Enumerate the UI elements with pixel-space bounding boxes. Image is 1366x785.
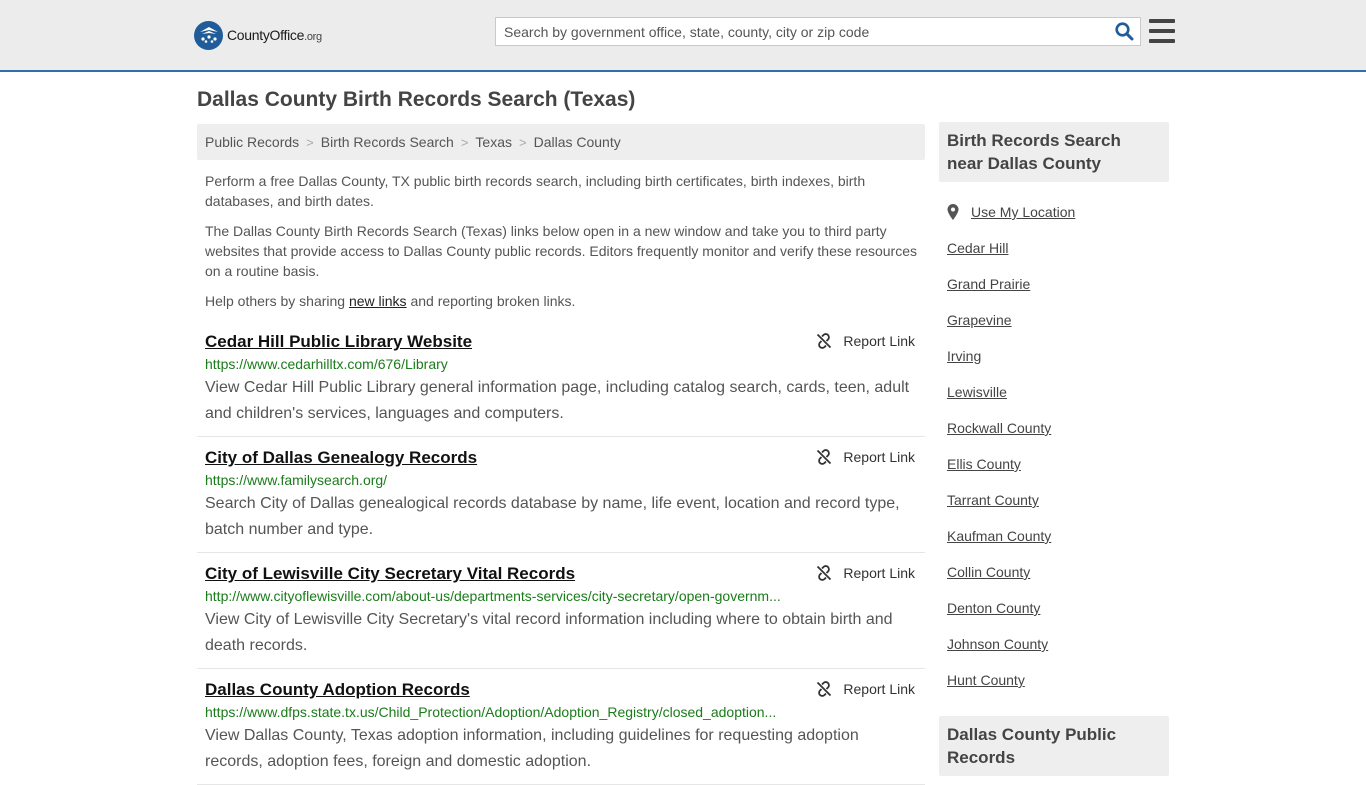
logo-emblem-icon — [194, 20, 223, 50]
sidebar-item-ellis-county[interactable]: Ellis County — [947, 456, 1021, 472]
link-description: View Cedar Hill Public Library general i… — [205, 379, 910, 422]
breadcrumb-public-records[interactable]: Public Records — [205, 134, 299, 150]
link-url: http://www.cityoflewisville.com/about-us… — [205, 588, 781, 604]
sidebar-item-tarrant-county[interactable]: Tarrant County — [947, 492, 1039, 508]
link-url: https://www.dfps.state.tx.us/Child_Prote… — [205, 704, 777, 720]
main-content: Public Records > Birth Records Search > … — [197, 124, 925, 785]
link-description: View Dallas County, Texas adoption infor… — [205, 727, 859, 770]
sidebar-item-lewisville[interactable]: Lewisville — [947, 384, 1007, 400]
link-title[interactable]: Cedar Hill Public Library Website — [205, 330, 472, 354]
list-item: Irving — [947, 338, 1161, 374]
sidebar-item-denton-county[interactable]: Denton County — [947, 600, 1040, 616]
logo-text: CountyOffice.org — [227, 27, 322, 43]
intro-paragraph-1: Perform a free Dallas County, TX public … — [205, 173, 866, 209]
nearby-list: Use My Location Cedar Hill Grand Prairie… — [939, 182, 1169, 698]
new-links-link[interactable]: new links — [349, 293, 407, 309]
hamburger-menu-icon[interactable] — [1149, 19, 1175, 43]
intro-text: Perform a free Dallas County, TX public … — [197, 171, 925, 311]
breadcrumb-birth-records-search[interactable]: Birth Records Search — [321, 134, 454, 150]
list-item: Lewisville — [947, 374, 1161, 410]
link-title[interactable]: Dallas County Adoption Records — [205, 678, 470, 702]
breadcrumb-separator: > — [460, 134, 469, 150]
sidebar-item-cedar-hill[interactable]: Cedar Hill — [947, 240, 1008, 256]
use-my-location-link[interactable]: Use My Location — [971, 204, 1075, 220]
list-item: Cedar Hill — [947, 230, 1161, 266]
sidebar-heading: Birth Records Search near Dallas County — [939, 122, 1169, 182]
search-button[interactable] — [1108, 18, 1140, 45]
list-item: Collin County — [947, 554, 1161, 590]
breadcrumb-texas[interactable]: Texas — [475, 134, 512, 150]
intro-paragraph-3: Help others by sharing new links and rep… — [205, 293, 576, 309]
sidebar-item-johnson-county[interactable]: Johnson County — [947, 636, 1048, 652]
list-item: Cedar Hill Public Library Website Report… — [197, 321, 925, 437]
list-item: Hunt County — [947, 662, 1161, 698]
link-title[interactable]: City of Dallas Genealogy Records — [205, 446, 477, 470]
map-pin-icon — [947, 204, 963, 220]
breadcrumb-dallas-county[interactable]: Dallas County — [534, 134, 621, 150]
breadcrumb: Public Records > Birth Records Search > … — [197, 124, 925, 160]
site-logo[interactable]: CountyOffice.org — [194, 20, 322, 50]
list-item: Rockwall County — [947, 410, 1161, 446]
sidebar-item-grand-prairie[interactable]: Grand Prairie — [947, 276, 1030, 292]
link-url: https://www.cedarhilltx.com/676/Library — [205, 356, 448, 372]
breadcrumb-separator: > — [518, 134, 527, 150]
breadcrumb-separator: > — [306, 134, 314, 150]
broken-link-icon — [817, 681, 832, 697]
broken-link-icon — [817, 449, 832, 465]
link-url: https://www.familysearch.org/ — [205, 472, 388, 488]
list-item: City of Dallas Genealogy Records Report … — [197, 437, 925, 553]
sidebar-item-irving[interactable]: Irving — [947, 348, 981, 364]
broken-link-icon — [817, 565, 832, 581]
list-item: Grapevine — [947, 302, 1161, 338]
list-item: Denton County — [947, 590, 1161, 626]
intro-paragraph-2: The Dallas County Birth Records Search (… — [205, 223, 918, 279]
link-title[interactable]: City of Lewisville City Secretary Vital … — [205, 562, 575, 586]
list-item: Ellis County — [947, 446, 1161, 482]
sidebar-item-kaufman-county[interactable]: Kaufman County — [947, 528, 1051, 544]
report-link-button[interactable]: Report Link — [816, 681, 915, 697]
link-description: Search City of Dallas genealogical recor… — [205, 495, 900, 538]
search-bar — [495, 17, 1141, 46]
search-input[interactable] — [496, 18, 1108, 45]
list-item: Kaufman County — [947, 518, 1161, 554]
list-item: City of Lewisville City Secretary Vital … — [197, 553, 925, 669]
site-header: CountyOffice.org — [0, 0, 1366, 72]
sidebar-item-grapevine[interactable]: Grapevine — [947, 312, 1012, 328]
list-item: Grand Prairie — [947, 266, 1161, 302]
report-link-button[interactable]: Report Link — [816, 449, 915, 465]
broken-link-icon — [817, 333, 832, 349]
sidebar: Birth Records Search near Dallas County … — [939, 122, 1169, 776]
sidebar-item-collin-county[interactable]: Collin County — [947, 564, 1030, 580]
sidebar-heading-public-records: Dallas County Public Records — [939, 716, 1169, 776]
sidebar-item-rockwall-county[interactable]: Rockwall County — [947, 420, 1051, 436]
list-item: Use My Location — [947, 194, 1161, 230]
list-item: Johnson County — [947, 626, 1161, 662]
link-description: View City of Lewisville City Secretary's… — [205, 611, 893, 654]
sidebar-item-hunt-county[interactable]: Hunt County — [947, 672, 1025, 688]
list-item: Tarrant County — [947, 482, 1161, 518]
report-link-button[interactable]: Report Link — [816, 565, 915, 581]
search-icon — [1114, 22, 1133, 41]
link-list: Cedar Hill Public Library Website Report… — [197, 321, 925, 785]
page-title: Dallas County Birth Records Search (Texa… — [197, 88, 636, 111]
report-link-button[interactable]: Report Link — [816, 333, 915, 349]
